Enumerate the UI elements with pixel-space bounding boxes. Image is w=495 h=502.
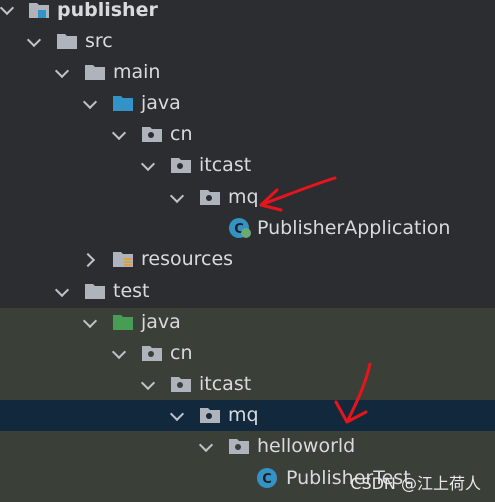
tree-label-publisher-application: PublisherApplication <box>257 217 451 239</box>
folder-icon <box>85 65 105 80</box>
spring-boot-class-icon: C <box>229 218 251 238</box>
tree-row-main-cn[interactable]: cn <box>0 119 495 150</box>
chevron-down-icon[interactable] <box>0 0 15 16</box>
chevron-down-icon[interactable] <box>169 188 185 204</box>
tree-row-main[interactable]: main <box>0 57 495 88</box>
package-icon <box>200 190 220 205</box>
tree-row-resources[interactable]: resources <box>0 244 495 275</box>
tree-label-java: java <box>141 92 181 114</box>
chevron-down-icon[interactable] <box>198 437 214 453</box>
chevron-down-icon[interactable] <box>140 375 156 391</box>
tree-row-src[interactable]: src <box>0 26 495 57</box>
chevron-right-icon[interactable] <box>80 252 96 268</box>
tree-label-main: main <box>113 61 161 83</box>
svg-text:C: C <box>262 472 272 487</box>
tree-label-test: test <box>113 280 150 302</box>
source-folder-icon <box>113 96 133 111</box>
tree-row-test-itcast[interactable]: itcast <box>0 369 495 400</box>
tree-row-main-mq[interactable]: mq <box>0 182 495 213</box>
tree-label-test-itcast: itcast <box>199 373 252 395</box>
module-icon <box>29 3 49 18</box>
chevron-down-icon[interactable] <box>54 282 70 298</box>
tree-row-test-cn[interactable]: cn <box>0 338 495 369</box>
tree-label-helloworld: helloworld <box>257 435 356 457</box>
chevron-down-icon[interactable] <box>169 406 185 422</box>
chevron-down-icon[interactable] <box>82 313 98 329</box>
folder-icon <box>85 284 105 299</box>
chevron-down-icon[interactable] <box>111 125 127 141</box>
package-icon <box>171 158 191 173</box>
tree-label-cn: cn <box>170 123 193 145</box>
chevron-down-icon[interactable] <box>82 94 98 110</box>
package-icon <box>200 408 220 423</box>
tree-label-mq: mq <box>228 186 259 208</box>
test-folder-icon <box>113 315 133 330</box>
package-icon <box>142 127 162 142</box>
tree-label-test-cn: cn <box>170 342 193 364</box>
tree-row-main-java[interactable]: java <box>0 88 495 119</box>
watermark: CSDN @江上荷人 <box>350 474 481 493</box>
tree-row-test[interactable]: test <box>0 276 495 307</box>
tree-label-src: src <box>85 30 113 52</box>
chevron-down-icon[interactable] <box>54 63 70 79</box>
tree-label-itcast: itcast <box>199 154 252 176</box>
tree-row-test-java[interactable]: java <box>0 307 495 338</box>
tree-label-publisher: publisher <box>57 0 158 21</box>
java-class-icon: C <box>257 468 277 488</box>
chevron-down-icon[interactable] <box>111 344 127 360</box>
resources-folder-icon <box>113 252 133 267</box>
tree-row-publisher[interactable]: publisher <box>0 0 495 26</box>
package-icon <box>229 439 249 454</box>
tree-label-resources: resources <box>141 248 234 270</box>
chevron-down-icon[interactable] <box>140 156 156 172</box>
package-icon <box>142 346 162 361</box>
tree-label-test-mq: mq <box>228 404 259 426</box>
tree-row-publisher-application[interactable]: C PublisherApplication <box>0 213 495 244</box>
tree-row-test-mq-selected[interactable]: mq <box>0 400 495 431</box>
package-icon <box>171 377 191 392</box>
tree-label-test-java: java <box>141 311 181 333</box>
chevron-down-icon[interactable] <box>26 32 42 48</box>
tree-row-main-itcast[interactable]: itcast <box>0 150 495 181</box>
tree-row-helloworld[interactable]: helloworld <box>0 431 495 462</box>
folder-icon <box>57 34 77 49</box>
